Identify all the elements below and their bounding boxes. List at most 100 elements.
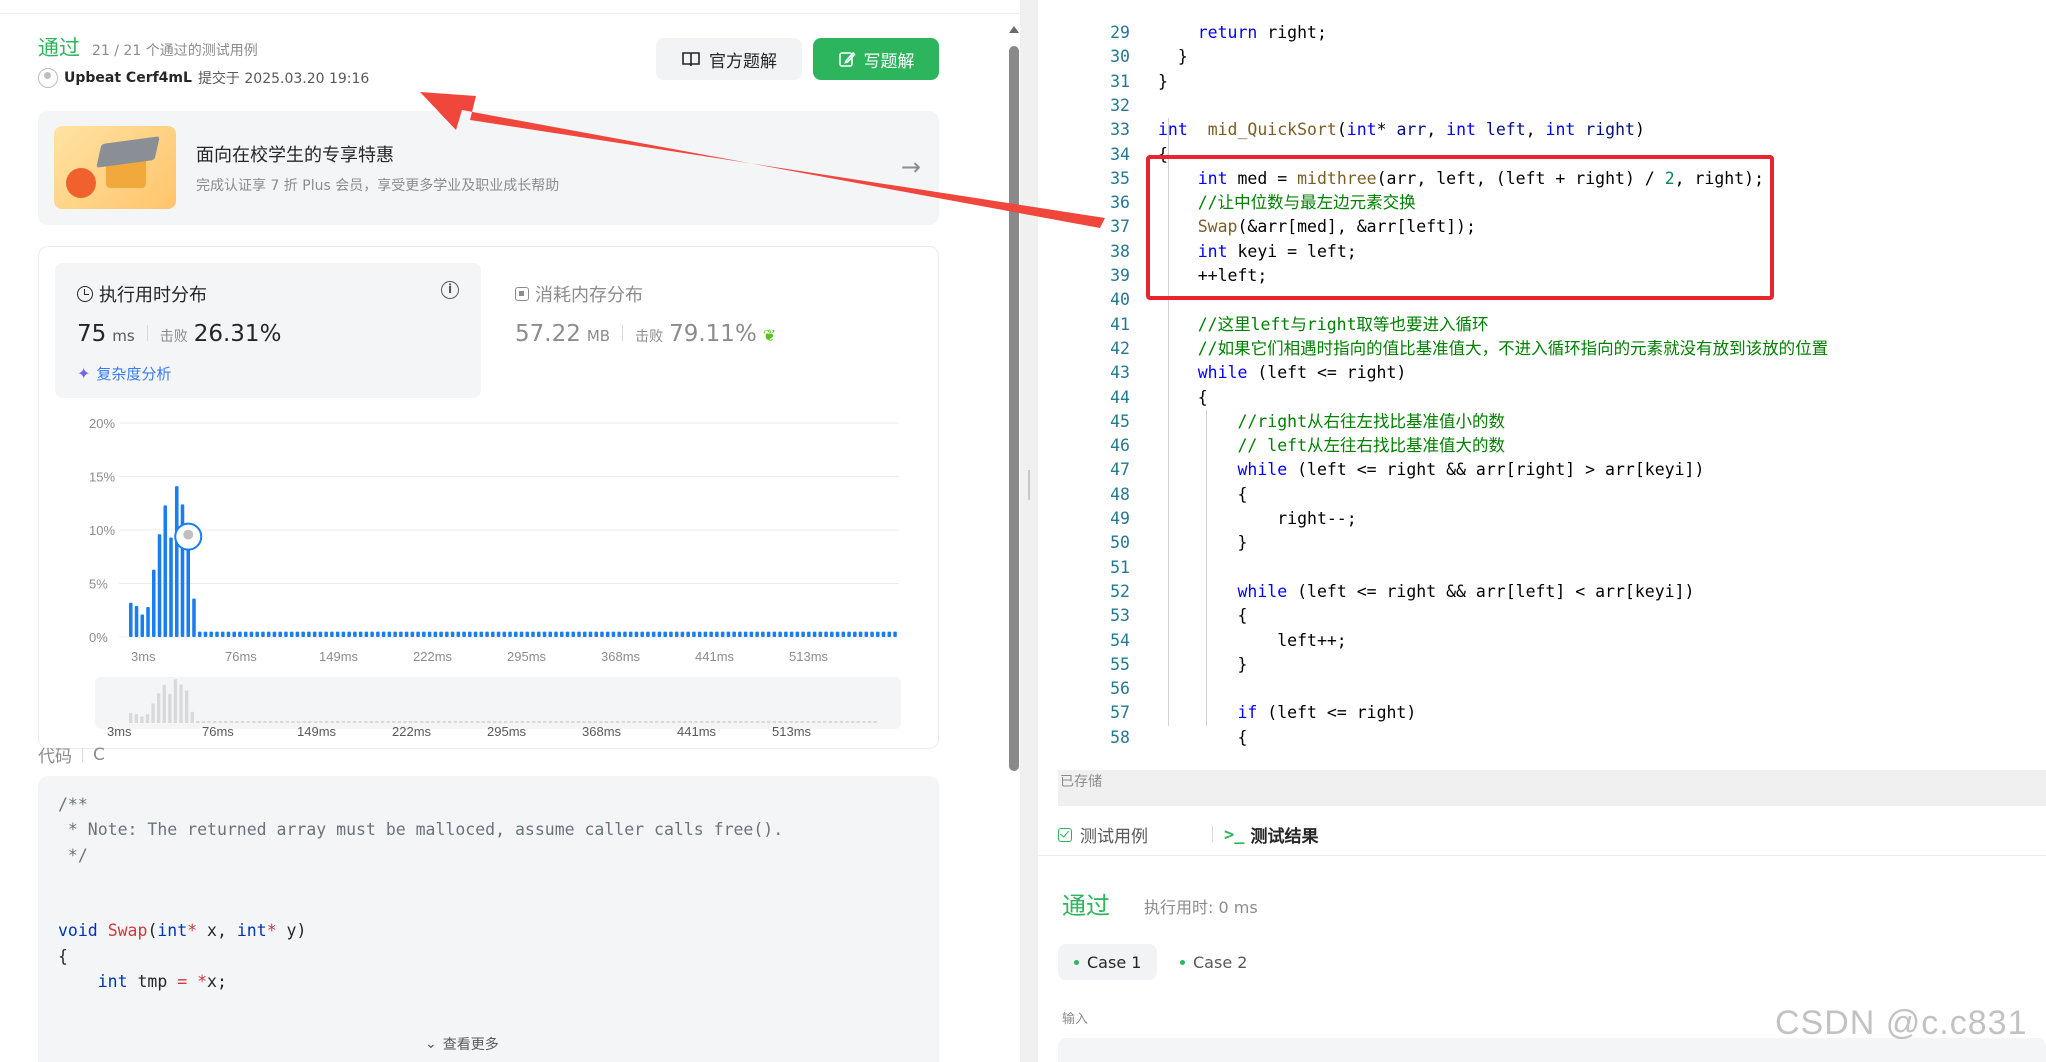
- histogram-bar[interactable]: [514, 631, 518, 637]
- line-code[interactable]: {: [1158, 386, 1208, 410]
- line-code[interactable]: int mid_QuickSort(int* arr, int left, in…: [1158, 118, 1645, 142]
- histogram-bar[interactable]: [255, 631, 259, 637]
- histogram-bar[interactable]: [129, 602, 133, 637]
- histogram-bar[interactable]: [571, 631, 576, 637]
- line-code[interactable]: return right;: [1158, 21, 1327, 45]
- histogram-bar[interactable]: [789, 631, 794, 637]
- official-solution-button[interactable]: 官方题解: [656, 38, 802, 80]
- line-code[interactable]: while (left <= right && arr[left] < arr[…: [1158, 580, 1694, 604]
- complexity-analysis-link[interactable]: ✦ 复杂度分析: [77, 363, 171, 384]
- histogram-bar[interactable]: [404, 631, 409, 637]
- histogram-bar[interactable]: [531, 631, 535, 637]
- histogram-bar[interactable]: [669, 631, 673, 637]
- histogram-bar[interactable]: [876, 631, 880, 637]
- editor-line[interactable]: 57 if (left <= right): [1038, 701, 2046, 725]
- editor-line[interactable]: 42 //如果它们相遇时指向的值比基准值大，不进入循环指向的元素就没有放到该放的…: [1038, 337, 2046, 361]
- histogram-bar[interactable]: [439, 631, 443, 637]
- histogram-bar[interactable]: [295, 631, 300, 637]
- line-code[interactable]: {: [1158, 726, 1247, 750]
- histogram-bar[interactable]: [157, 534, 162, 637]
- histogram-bar[interactable]: [784, 631, 788, 637]
- editor-line[interactable]: 30 }: [1038, 45, 2046, 69]
- histogram-bar[interactable]: [381, 631, 386, 637]
- histogram-bar[interactable]: [766, 631, 771, 637]
- editor-line[interactable]: 49 right--;: [1038, 507, 2046, 531]
- histogram-bar[interactable]: [324, 631, 328, 637]
- histogram-bar[interactable]: [393, 631, 397, 637]
- editor-line[interactable]: 50 }: [1038, 531, 2046, 555]
- histogram-bar[interactable]: [818, 631, 823, 637]
- line-code[interactable]: //right从右往左找比基准值小的数: [1158, 410, 1505, 434]
- histogram-bar[interactable]: [807, 631, 811, 637]
- histogram-bar[interactable]: [801, 631, 805, 637]
- runtime-histogram[interactable]: 0% 5% 10% 15% 20% 3ms 76ms 149ms 222ms 295ms 368ms…: [39, 397, 940, 747]
- histogram-bar[interactable]: [479, 631, 484, 637]
- histogram-bar[interactable]: [226, 631, 231, 637]
- histogram-bar[interactable]: [445, 631, 449, 637]
- editor-line[interactable]: 55 }: [1038, 653, 2046, 677]
- histogram-bar[interactable]: [203, 631, 208, 637]
- scrollbar-thumb[interactable]: [1009, 46, 1019, 771]
- line-code[interactable]: }: [1158, 45, 1188, 69]
- histogram-bar[interactable]: [335, 631, 340, 637]
- histogram-bar[interactable]: [858, 631, 863, 637]
- histogram-bar[interactable]: [318, 631, 323, 637]
- case-1-tab[interactable]: Case 1: [1058, 944, 1158, 980]
- histogram-bar[interactable]: [163, 505, 168, 637]
- line-code[interactable]: }: [1158, 531, 1247, 555]
- histogram-bar[interactable]: [600, 631, 604, 637]
- histogram-bar[interactable]: [634, 631, 639, 637]
- histogram-bar[interactable]: [548, 631, 553, 637]
- editor-line[interactable]: 56: [1038, 677, 2046, 701]
- line-code[interactable]: //这里left与right取等也要进入循环: [1158, 313, 1489, 337]
- editor-line[interactable]: 53 {: [1038, 604, 2046, 628]
- editor-line[interactable]: 43 while (left <= right): [1038, 361, 2046, 385]
- histogram-bar[interactable]: [301, 631, 305, 637]
- histogram-bar[interactable]: [709, 631, 713, 637]
- histogram-bar[interactable]: [151, 569, 156, 637]
- histogram-bar[interactable]: [663, 631, 667, 637]
- editor-line[interactable]: 54 left++;: [1038, 629, 2046, 653]
- histogram-bar[interactable]: [559, 631, 564, 637]
- histogram-bar[interactable]: [491, 631, 495, 637]
- histogram-bar[interactable]: [197, 631, 202, 637]
- case-2-tab[interactable]: Case 2: [1164, 944, 1263, 980]
- histogram-bar[interactable]: [215, 631, 219, 637]
- submitter-name[interactable]: Upbeat Cerf4mL: [64, 70, 192, 86]
- editor-line[interactable]: 47 while (left <= right && arr[right] > …: [1038, 458, 2046, 482]
- histogram-bar[interactable]: [749, 631, 754, 637]
- histogram-bar[interactable]: [410, 631, 415, 637]
- line-code[interactable]: if (left <= right): [1158, 701, 1416, 725]
- histogram-bar[interactable]: [134, 605, 139, 637]
- tab-testcase[interactable]: 测试用例: [1058, 822, 1148, 847]
- histogram-bar[interactable]: [272, 631, 277, 637]
- histogram-bar[interactable]: [174, 486, 179, 637]
- scroll-up-arrow-icon[interactable]: [1009, 26, 1019, 33]
- histogram-bar[interactable]: [732, 631, 736, 637]
- left-panel-scrollbar[interactable]: [1006, 22, 1020, 1062]
- histogram-bar[interactable]: [364, 631, 369, 637]
- editor-line[interactable]: 32: [1038, 94, 2046, 118]
- histogram-bar[interactable]: [577, 631, 581, 637]
- histogram-bar[interactable]: [864, 631, 869, 637]
- histogram-bar[interactable]: [146, 607, 150, 637]
- histogram-bar[interactable]: [307, 631, 311, 637]
- editor-line[interactable]: 44 {: [1038, 386, 2046, 410]
- editor-line[interactable]: 29 return right;: [1038, 21, 2046, 45]
- histogram-bar[interactable]: [370, 631, 374, 637]
- line-code[interactable]: left++;: [1158, 629, 1347, 653]
- histogram-bar[interactable]: [692, 631, 696, 637]
- editor-lines[interactable]: 29 return right; 30 } 31} 32 33 int mid_Quick…: [1038, 0, 2046, 747]
- histogram-bar[interactable]: [462, 631, 466, 637]
- editor-line[interactable]: [1038, 0, 2046, 21]
- histogram-bar[interactable]: [542, 631, 547, 637]
- editor-line[interactable]: 31}: [1038, 70, 2046, 94]
- histogram-bar[interactable]: [582, 631, 587, 637]
- code-editor[interactable]: 29 return right; 30 } 31} 32 33 int mid_Quick…: [1038, 0, 2046, 770]
- histogram-bar[interactable]: [399, 631, 403, 637]
- histogram-bar[interactable]: [536, 631, 541, 637]
- histogram-bar[interactable]: [881, 631, 886, 637]
- avatar[interactable]: [38, 68, 58, 88]
- histogram-bar[interactable]: [605, 631, 610, 637]
- histogram-bar[interactable]: [830, 631, 834, 637]
